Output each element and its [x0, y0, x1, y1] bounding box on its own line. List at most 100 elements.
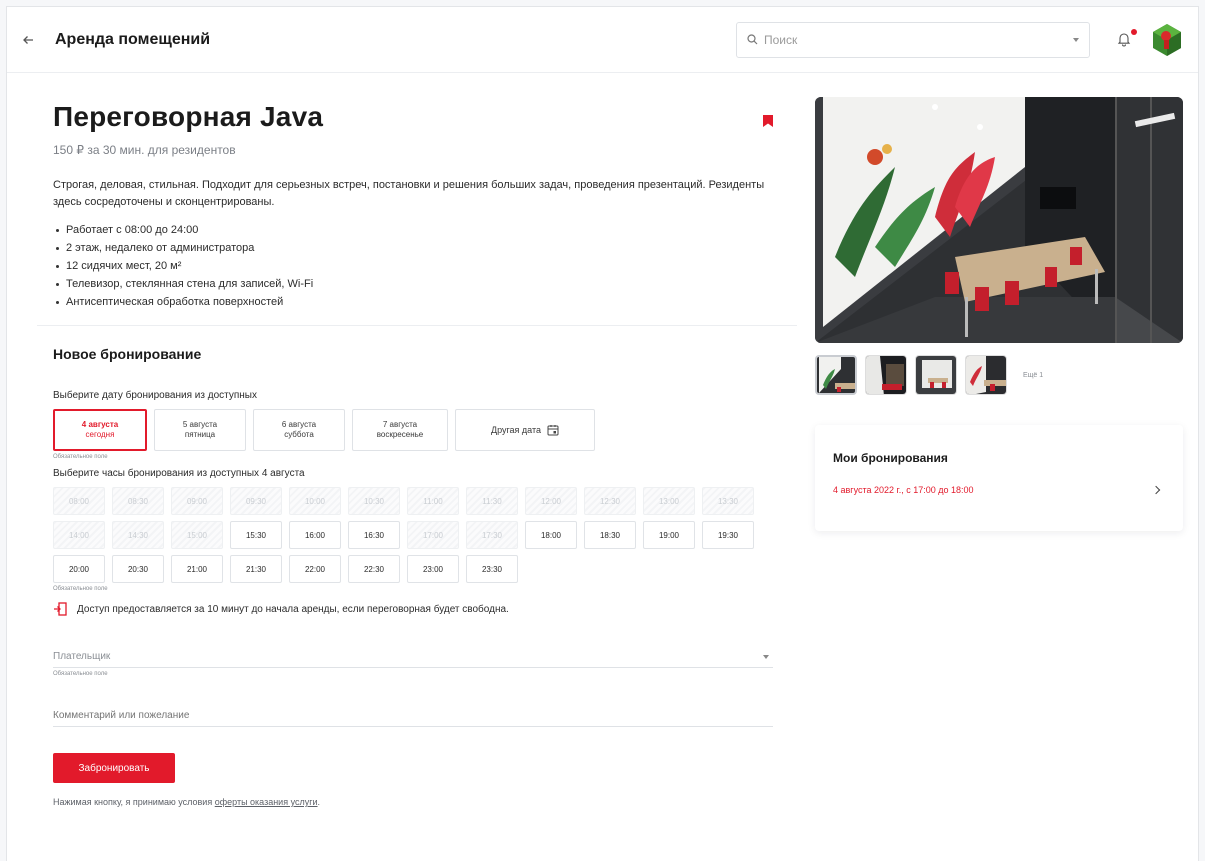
booking-item-text: 4 августа 2022 г., с 17:00 до 18:00: [833, 485, 974, 495]
time-slot-unavailable: 14:30: [112, 521, 164, 549]
comment-input[interactable]: [53, 710, 733, 721]
time-slot-unavailable: 10:30: [348, 487, 400, 515]
terms-prefix: Нажимая кнопку, я принимаю условия: [53, 797, 215, 807]
search-input[interactable]: Поиск: [736, 21, 1090, 58]
time-slot[interactable]: 16:30: [348, 521, 400, 549]
app-title: Аренда помещений: [55, 30, 211, 48]
date-day: 6 августа: [281, 420, 317, 429]
app-frame: Аренда помещений Поиск Переговорная Java: [6, 6, 1199, 861]
search-icon: [747, 34, 758, 45]
time-slot-unavailable: 17:00: [407, 521, 459, 549]
back-button[interactable]: [17, 29, 39, 51]
time-slot[interactable]: 18:00: [525, 521, 577, 549]
time-slot[interactable]: 21:00: [171, 555, 223, 583]
time-slot[interactable]: 21:30: [230, 555, 282, 583]
payer-placeholder: Плательщик: [53, 651, 111, 662]
time-slot[interactable]: 19:30: [702, 521, 754, 549]
thumbnail-image: [866, 356, 906, 394]
time-slot[interactable]: 19:00: [643, 521, 695, 549]
time-slot[interactable]: 22:00: [289, 555, 341, 583]
main-content: Переговорная Java 150 ₽ за 30 мин. для р…: [7, 73, 1198, 861]
feature-item: Телевизор, стеклянная стена для записей,…: [53, 275, 777, 293]
time-slot[interactable]: 20:30: [112, 555, 164, 583]
required-hint: Обязательное поле: [53, 586, 108, 592]
booking-form: Новое бронирование Выберите дату брониро…: [7, 326, 797, 807]
calendar-icon: [547, 425, 559, 436]
time-slot[interactable]: 22:30: [348, 555, 400, 583]
bell-icon: [1117, 32, 1131, 46]
notification-dot: [1131, 28, 1137, 35]
date-option[interactable]: 7 августа воскресенье: [352, 409, 448, 451]
time-slot-unavailable: 15:00: [171, 521, 223, 549]
date-weekday: суббота: [284, 430, 314, 439]
room-details-column: Переговорная Java 150 ₽ за 30 мин. для р…: [7, 73, 797, 807]
other-date-label: Другая дата: [490, 425, 542, 435]
user-avatar-icon: [1153, 23, 1181, 56]
time-slot[interactable]: 16:00: [289, 521, 341, 549]
booking-item[interactable]: 4 августа 2022 г., с 17:00 до 18:00: [833, 485, 1165, 495]
my-bookings-title: Мои бронирования: [833, 451, 948, 465]
date-day: 5 августа: [182, 420, 218, 429]
terms-suffix: .: [317, 797, 321, 807]
chevron-down-icon: [763, 654, 769, 659]
photo-thumbnail[interactable]: [865, 355, 907, 395]
terms-text: Нажимая кнопку, я принимаю условия оферт…: [53, 797, 797, 807]
photo-thumbnails: Ещё 1: [815, 355, 1043, 395]
time-slot[interactable]: 23:00: [407, 555, 459, 583]
time-slot-unavailable: 10:00: [289, 487, 341, 515]
time-label: Выберите часы бронирования из доступных …: [53, 468, 305, 479]
top-bar: Аренда помещений Поиск: [7, 7, 1198, 73]
time-slot[interactable]: 20:00: [53, 555, 105, 583]
required-hint: Обязательное поле: [53, 671, 108, 677]
photo-thumbnail[interactable]: [915, 355, 957, 395]
avatar[interactable]: [1150, 23, 1184, 57]
date-weekday: пятница: [184, 430, 216, 439]
time-slot-unavailable: 12:30: [584, 487, 636, 515]
date-weekday: сегодня: [85, 430, 115, 439]
time-slot-unavailable: 08:30: [112, 487, 164, 515]
feature-item: Работает с 08:00 до 24:00: [53, 221, 777, 239]
terms-link[interactable]: оферты оказания услуги: [215, 797, 318, 807]
time-slot[interactable]: 18:30: [584, 521, 636, 549]
time-slot-unavailable: 12:00: [525, 487, 577, 515]
thumbnail-image: [966, 356, 1006, 394]
date-option[interactable]: 6 августа суббота: [253, 409, 345, 451]
time-slot-unavailable: 13:30: [702, 487, 754, 515]
feature-item: Антисептическая обработка поверхностей: [53, 293, 777, 311]
chevron-down-icon: [1073, 37, 1079, 42]
thumbnail-image: [817, 357, 855, 393]
my-bookings-card: Мои бронирования 4 августа 2022 г., с 17…: [815, 425, 1183, 531]
time-slot-unavailable: 08:00: [53, 487, 105, 515]
page-title: Переговорная Java: [53, 101, 324, 132]
features-list: Работает с 08:00 до 24:00 2 этаж, недале…: [53, 221, 777, 311]
date-weekday: воскресенье: [376, 430, 424, 439]
bookmark-icon[interactable]: [763, 115, 773, 127]
time-slot-unavailable: 11:00: [407, 487, 459, 515]
other-date-button[interactable]: Другая дата: [455, 409, 595, 451]
room-description: Строгая, деловая, стильная. Подходит для…: [53, 179, 765, 208]
arrow-left-icon: [23, 35, 33, 44]
room-price: 150 ₽ за 30 мин. для резидентов: [53, 143, 236, 157]
thumbnail-image: [916, 356, 956, 394]
access-note-text: Доступ предоставляется за 10 минут до на…: [77, 603, 509, 615]
booking-title: Новое бронирование: [53, 346, 202, 362]
notifications-button[interactable]: [1116, 28, 1137, 49]
chevron-right-icon: [1151, 485, 1161, 495]
time-slot[interactable]: 23:30: [466, 555, 518, 583]
comment-field-wrapper: [53, 705, 773, 727]
date-option-selected[interactable]: 4 августа сегодня: [53, 409, 147, 451]
time-slot-unavailable: 13:00: [643, 487, 695, 515]
search-placeholder: Поиск: [764, 32, 798, 47]
access-note: Доступ предоставляется за 10 минут до на…: [53, 602, 797, 616]
photo-thumbnail-selected[interactable]: [815, 355, 857, 395]
date-day: 7 августа: [382, 420, 418, 429]
photo-thumbnail[interactable]: [965, 355, 1007, 395]
feature-item: 2 этаж, недалеко от администратора: [53, 239, 777, 257]
payer-select[interactable]: Плательщик: [53, 646, 773, 668]
book-button[interactable]: Забронировать: [53, 753, 175, 783]
more-photos-link[interactable]: Ещё 1: [1023, 372, 1043, 379]
time-slot[interactable]: 15:30: [230, 521, 282, 549]
door-enter-icon: [54, 602, 67, 616]
date-option[interactable]: 5 августа пятница: [154, 409, 246, 451]
room-photo[interactable]: [815, 97, 1183, 343]
